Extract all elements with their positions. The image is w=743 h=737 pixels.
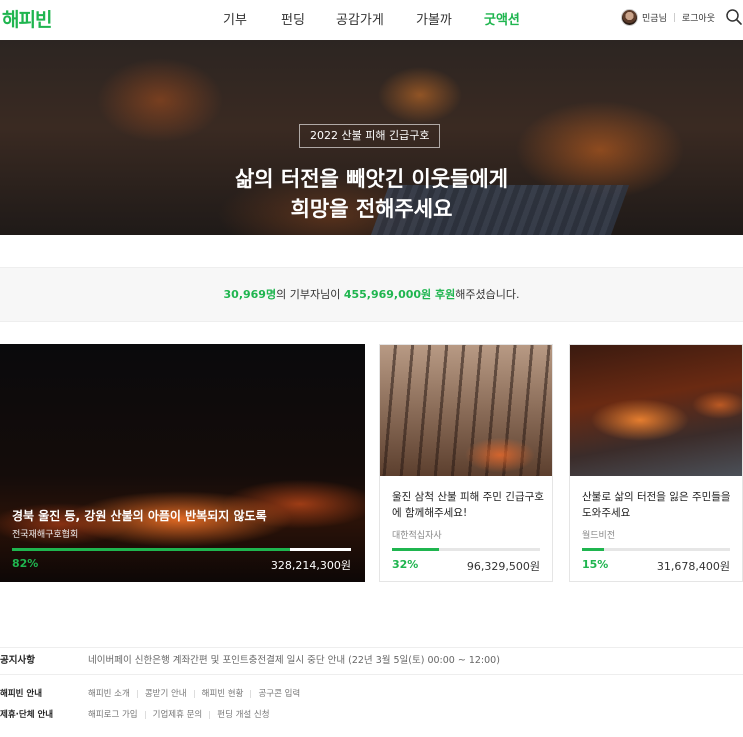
campaign-card-featured[interactable]: 경북 울진 등, 강원 산불의 아픔이 반복되지 않도록 전국재해구호협회 82… — [0, 344, 365, 582]
hero-banner[interactable]: 2022 산불 피해 긴급구호 삶의 터전을 빼앗긴 이웃들에게 희망을 전해주… — [0, 40, 743, 235]
user-menu: 민금님 로그아웃 — [621, 7, 715, 27]
nav-item-store[interactable]: 공감가게 — [336, 9, 384, 28]
donation-amount: 455,969,000원 후원 — [343, 288, 456, 301]
progress-percent: 82% — [12, 557, 39, 570]
campaign-org: 전국재해구호협회 — [12, 530, 79, 540]
progress-bar — [392, 548, 540, 551]
campaign-image[interactable] — [570, 345, 742, 476]
footer-label: 해피빈 안내 — [0, 689, 43, 699]
nav-item-donate[interactable]: 기부 — [223, 9, 247, 28]
footer-link-funding-open[interactable]: 펀딩 개설 신청 — [217, 710, 269, 720]
nav-item-visit[interactable]: 가볼까 — [416, 9, 452, 28]
campaign-title[interactable]: 산불로 삶의 터전을 잃은 주민들을 도와주세요 — [582, 489, 734, 521]
progress-percent: 15% — [582, 558, 609, 571]
divider — [136, 689, 138, 698]
footer-row-info: 해피빈 안내 해피빈 소개 콩받기 안내 해피빈 현황 공구콘 입력 — [0, 685, 743, 703]
raised-amount: 328,214,300원 — [270, 559, 351, 572]
logout-link[interactable]: 로그아웃 — [682, 11, 715, 24]
nav-item-good-action[interactable]: 굿액션 — [484, 9, 520, 28]
progress-fill — [12, 548, 290, 551]
footer-link-bean-guide[interactable]: 콩받기 안내 — [145, 689, 187, 699]
progress-bar — [582, 548, 730, 551]
footer-label: 제휴·단체 안내 — [0, 710, 54, 720]
notice-link[interactable]: 네이버페이 신한은행 계좌간편 및 포인트충전결제 일시 중단 안내 (22년 … — [88, 648, 500, 674]
footer-link-about[interactable]: 해피빈 소개 — [88, 689, 130, 699]
campaign-title[interactable]: 경북 울진 등, 강원 산불의 아픔이 반복되지 않도록 — [12, 507, 267, 524]
footer-row-partner: 제휴·단체 안내 해피로그 가입 기업제휴 문의 펀딩 개설 신청 — [0, 706, 743, 724]
raised-amount: 31,678,400원 — [656, 560, 730, 573]
divider — [209, 710, 211, 719]
campaign-card[interactable]: 울진 삼척 산불 피해 주민 긴급구호에 함께해주세요! 대한적십자사 32% … — [379, 344, 553, 582]
campaign-org: 월드비전 — [582, 531, 616, 541]
hero-title-line1: 삶의 터전을 빼앗긴 이웃들에게 — [234, 167, 509, 191]
campaign-image[interactable] — [380, 345, 552, 476]
divider — [673, 12, 675, 22]
footer-link-status[interactable]: 해피빈 현황 — [202, 689, 244, 699]
campaign-card[interactable]: 산불로 삶의 터전을 잃은 주민들을 도와주세요 월드비전 15% 31,678… — [569, 344, 743, 582]
footer-link-partnership[interactable]: 기업제휴 문의 — [153, 710, 203, 720]
donor-count: 30,969명 — [223, 288, 277, 301]
footer-links: 해피빈 소개 콩받기 안내 해피빈 현황 공구콘 입력 — [88, 685, 300, 703]
progress-percent: 32% — [392, 558, 419, 571]
progress-fill — [392, 548, 440, 551]
nav-item-funding[interactable]: 펀딩 — [281, 9, 305, 28]
search-icon[interactable] — [725, 8, 743, 26]
notice-bar: 공지사항 네이버페이 신한은행 계좌간편 및 포인트충전결제 일시 중단 안내 … — [0, 647, 743, 675]
footer-link-happylog[interactable]: 해피로그 가입 — [88, 710, 138, 720]
user-name[interactable]: 민금님 — [642, 11, 667, 24]
donation-stats: 30,969명의 기부자님이 455,969,000원 후원해주셨습니다. — [0, 267, 743, 322]
divider — [193, 689, 195, 698]
footer-link-coupon[interactable]: 공구콘 입력 — [258, 689, 300, 699]
footer-links: 해피로그 가입 기업제휴 문의 펀딩 개설 신청 — [88, 706, 270, 724]
stats-text-1: 의 기부자님이 — [276, 288, 344, 301]
divider — [144, 710, 146, 719]
notice-label: 공지사항 — [0, 655, 35, 666]
avatar[interactable] — [621, 8, 639, 26]
hero-title-line2: 희망을 전해주세요 — [290, 197, 453, 221]
header: 해피빈 기부 펀딩 공감가게 가볼까 굿액션 민금님 로그아웃 — [0, 0, 743, 38]
campaign-org: 대한적십자사 — [392, 531, 442, 541]
campaign-title[interactable]: 울진 삼척 산불 피해 주민 긴급구호에 함께해주세요! — [392, 489, 544, 521]
divider — [250, 689, 252, 698]
progress-bar — [12, 548, 351, 551]
raised-amount: 96,329,500원 — [466, 560, 540, 573]
hero-title: 삶의 터전을 빼앗긴 이웃들에게 희망을 전해주세요 — [0, 164, 743, 224]
hero-badge: 2022 산불 피해 긴급구호 — [299, 124, 441, 148]
progress-fill — [582, 548, 605, 551]
stats-text-2: 해주셨습니다. — [455, 288, 520, 301]
